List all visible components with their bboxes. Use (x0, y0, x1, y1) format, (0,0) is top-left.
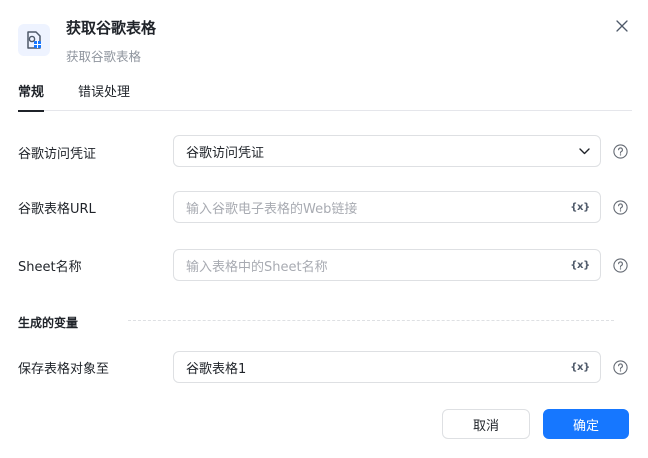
save-to-label: 保存表格对象至 (18, 362, 110, 377)
sheet-name-placeholder: 输入表格中的Sheet名称 (186, 259, 328, 275)
help-icon[interactable] (613, 258, 628, 273)
dialog-subtitle: 获取谷歌表格 (66, 49, 142, 64)
help-icon[interactable] (613, 200, 628, 215)
save-to-input[interactable]: 谷歌表格1 {x} (173, 351, 601, 383)
google-sheet-icon (18, 24, 50, 56)
close-icon[interactable] (612, 16, 632, 36)
help-icon[interactable] (613, 144, 628, 159)
sheet-name-label: Sheet名称 (18, 260, 82, 275)
variable-insert-button[interactable]: {x} (570, 202, 590, 213)
sheet-url-input[interactable]: 输入谷歌电子表格的Web链接 {x} (173, 191, 601, 223)
variable-insert-button[interactable]: {x} (570, 260, 590, 271)
credential-value: 谷歌访问凭证 (186, 145, 265, 161)
save-to-value: 谷歌表格1 (186, 361, 247, 377)
sheet-url-placeholder: 输入谷歌电子表格的Web链接 (186, 201, 358, 217)
tab-error-handling[interactable]: 错误处理 (78, 84, 130, 111)
chevron-down-icon (578, 145, 590, 157)
variable-insert-button[interactable]: {x} (570, 362, 590, 373)
sheet-url-label: 谷歌表格URL (18, 202, 96, 217)
credential-select[interactable]: 谷歌访问凭证 (173, 135, 601, 167)
dialog-title: 获取谷歌表格 (66, 19, 157, 37)
section-divider (128, 320, 614, 321)
tab-general[interactable]: 常规 (18, 84, 45, 112)
help-icon[interactable] (613, 360, 628, 375)
tab-bar: 常规 错误处理 (18, 84, 632, 112)
credential-label: 谷歌访问凭证 (18, 147, 97, 162)
cancel-button[interactable]: 取消 (442, 409, 530, 439)
sheet-name-input[interactable]: 输入表格中的Sheet名称 {x} (173, 249, 601, 281)
output-variables-heading: 生成的变量 (18, 316, 79, 330)
confirm-button[interactable]: 确定 (543, 409, 629, 439)
get-google-sheet-dialog: 获取谷歌表格 获取谷歌表格 常规 错误处理 谷歌访问凭证 谷歌访问凭证 谷歌表格… (0, 0, 648, 458)
